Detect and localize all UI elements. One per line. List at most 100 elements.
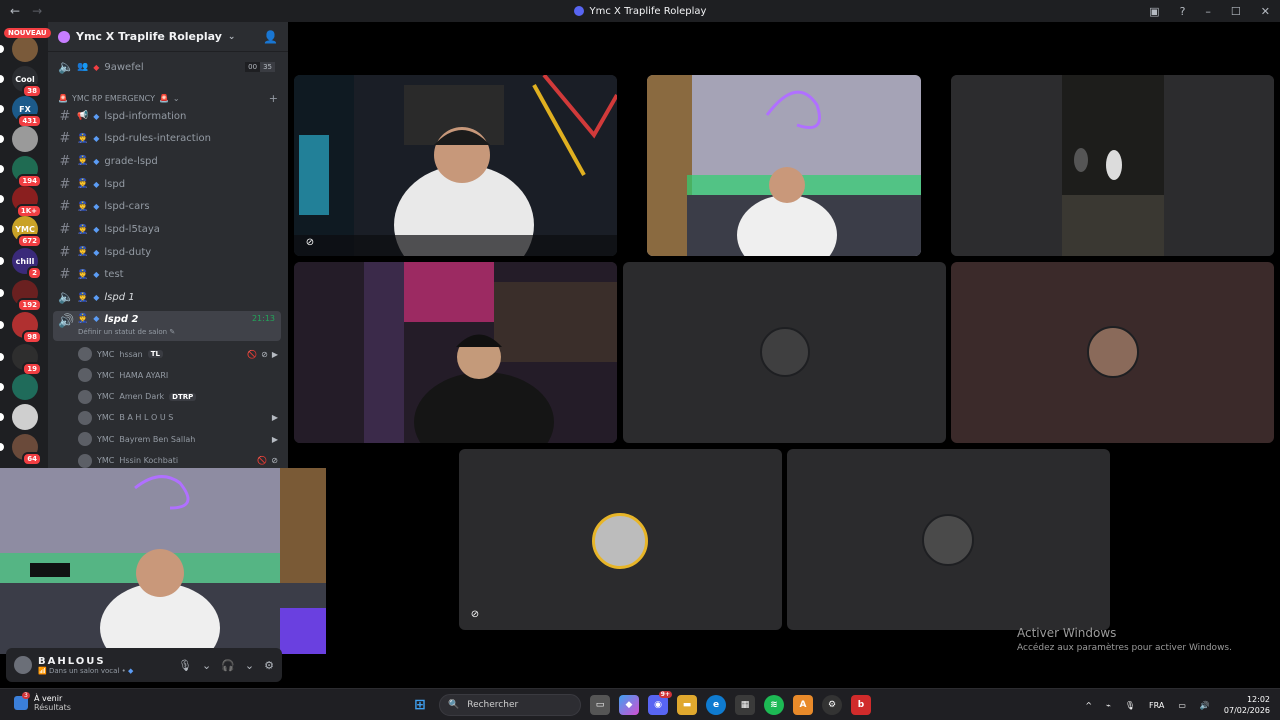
participant-tile-8[interactable]: [787, 449, 1110, 630]
edge-browser-icon[interactable]: e: [706, 695, 726, 715]
minimize-icon[interactable]: –: [1205, 5, 1211, 18]
voice-participant[interactable]: YMC B A H L O U S ▶: [78, 408, 278, 428]
display-icon[interactable]: ▭: [1178, 701, 1186, 710]
network-icon[interactable]: ⌁: [1106, 701, 1111, 710]
server-icon-8[interactable]: 192: [0, 280, 42, 312]
server-icon-3[interactable]: [0, 126, 38, 152]
participant-avatar: [1087, 326, 1139, 378]
store-icon[interactable]: ▦: [735, 695, 755, 715]
hashtag-icon: #: [59, 267, 71, 283]
copilot-icon[interactable]: ◆: [619, 695, 639, 715]
participant-avatar: [78, 432, 92, 447]
unread-indicator: [0, 353, 4, 361]
text-channel-7[interactable]: # 👮 ◆ test: [53, 265, 281, 285]
speaker-icon: 🔈: [58, 59, 75, 75]
voice-channel-9awefel[interactable]: 🔈 👥 ◆ 9awefel 00 35: [53, 57, 281, 77]
microphone-icon[interactable]: 🎙: [178, 659, 192, 672]
video-tile-1[interactable]: ⊘: [294, 75, 617, 256]
video-tile-3[interactable]: [951, 75, 1274, 256]
widgets-button[interactable]: 3 À venir Résultats: [14, 692, 71, 712]
mic-tray-icon[interactable]: 🎙: [1125, 701, 1135, 710]
voice-participant[interactable]: YMC hssan TL 🚫 ⊘ ▶: [78, 344, 278, 364]
file-explorer-icon[interactable]: ▬: [677, 695, 697, 715]
language-indicator[interactable]: FRA: [1149, 701, 1164, 710]
server-icon-2[interactable]: FX 431: [0, 96, 42, 128]
call-timer: 21:13: [251, 314, 275, 323]
channel-status[interactable]: Définir un statut de salon ✎: [78, 328, 175, 336]
voice-participant[interactable]: YMC HAMA AYARI: [78, 365, 278, 385]
voice-status-text: Dans un salon vocal •: [48, 666, 126, 675]
task-view-icon[interactable]: ▭: [590, 695, 610, 715]
clock[interactable]: 12:02 07/02/2026: [1224, 694, 1270, 716]
participant-tile-5[interactable]: [623, 262, 946, 443]
participant-avatar: [78, 389, 92, 404]
text-channel-2[interactable]: # 👮 ◆ grade-lspd: [53, 151, 281, 171]
taskbar-search[interactable]: 🔍 Rechercher: [439, 694, 581, 716]
self-camera-preview[interactable]: [0, 468, 326, 654]
window-title: Ymc X Traplife Roleplay: [0, 6, 1280, 17]
participant-avatar: [922, 514, 974, 566]
headphones-icon[interactable]: 🎧: [221, 659, 235, 672]
voice-channel-8[interactable]: 🔈 👮 ◆ lspd 1: [53, 288, 281, 308]
windows-start-icon[interactable]: ⊞: [410, 695, 430, 715]
back-arrow-icon[interactable]: ←: [10, 4, 20, 18]
app-a-icon[interactable]: A: [793, 695, 813, 715]
camera-feed: [294, 262, 617, 443]
server-icon-5[interactable]: 1K+: [0, 186, 42, 218]
server-header[interactable]: Ymc X Traplife Roleplay ⌄ 👤: [48, 22, 288, 52]
chevron-down-icon[interactable]: ⌄: [245, 659, 254, 672]
user-avatar[interactable]: [14, 656, 32, 674]
megaphone-icon: 📢: [77, 111, 89, 121]
police-icon: 👮: [77, 247, 89, 258]
text-channel-1[interactable]: # 👮 ◆ lspd-rules-interaction: [53, 129, 281, 149]
user-count: 00 35: [245, 62, 275, 72]
chevron-down-icon[interactable]: ⌄: [202, 659, 211, 672]
participant-tile-6[interactable]: [951, 262, 1274, 443]
app-red-icon[interactable]: b: [851, 695, 871, 715]
participant-status-icons: ▶: [272, 413, 278, 422]
clock-date: 07/02/2026: [1223, 706, 1270, 715]
server-icon-4[interactable]: 194: [0, 156, 42, 188]
create-channel-icon[interactable]: +: [269, 92, 278, 105]
video-tile-2[interactable]: [647, 75, 921, 256]
server-icon-12[interactable]: [0, 404, 38, 430]
system-tray: ^ ⌁ 🎙 FRA ▭ 🔊 12:02 07/02/2026: [1085, 689, 1270, 720]
invite-people-icon[interactable]: 👤: [263, 30, 278, 44]
server-icon-10[interactable]: 19: [0, 344, 42, 376]
channel-name: lspd 1: [104, 292, 135, 304]
server-icon-0[interactable]: [0, 36, 38, 62]
tray-chevron-up-icon[interactable]: ^: [1085, 701, 1092, 710]
server-icon-6[interactable]: YMC 672: [0, 216, 42, 248]
text-channel-5[interactable]: # 👮 ◆ lspd-l5taya: [53, 220, 281, 240]
volume-icon[interactable]: 🔊: [1200, 701, 1210, 710]
server-icon-9[interactable]: 98: [0, 312, 42, 344]
text-channel-3[interactable]: # 👮 ◆ lspd: [53, 174, 281, 194]
screen-icon[interactable]: ▣: [1149, 5, 1159, 18]
voice-participant[interactable]: YMC Bayrem Ben Sallah ▶: [78, 429, 278, 449]
text-channel-6[interactable]: # 👮 ◆ lspd-duty: [53, 242, 281, 262]
video-tile-4[interactable]: [294, 262, 617, 443]
server-icon-1[interactable]: Cool 38: [0, 66, 42, 98]
server-icon-11[interactable]: [0, 374, 38, 400]
voice-participant[interactable]: YMC Amen Dark DTRP: [78, 387, 278, 407]
server-icon-7[interactable]: chill 2: [0, 248, 42, 280]
participant-tile-7[interactable]: ⊘: [459, 449, 782, 630]
settings-gear-icon[interactable]: ⚙: [264, 659, 274, 672]
mention-badge: 672: [17, 234, 42, 248]
text-channel-0[interactable]: # 📢 ◆ lspd-information: [53, 106, 281, 126]
discord-app-icon[interactable]: ◉ 9+: [648, 691, 672, 715]
text-channel-4[interactable]: # 👮 ◆ lspd-cars: [53, 197, 281, 217]
hashtag-icon: #: [59, 244, 71, 260]
close-icon[interactable]: ✕: [1261, 5, 1270, 18]
spotify-icon[interactable]: ≋: [764, 695, 784, 715]
help-icon[interactable]: ?: [1180, 5, 1186, 18]
server-icon-13[interactable]: 64: [0, 434, 42, 466]
maximize-icon[interactable]: ☐: [1231, 5, 1241, 18]
speaker-icon: 🔈: [58, 290, 75, 306]
forward-arrow-icon[interactable]: →: [32, 4, 42, 18]
diamond-icon: ◆: [93, 270, 100, 280]
voice-channel-active[interactable]: 🔊 👮 ◆ lspd 2 21:13 Définir un statut de …: [53, 311, 281, 341]
category-header[interactable]: 🚨 YMC RP EMERGENCY 🚨 ⌄ +: [58, 92, 278, 105]
app-steam-icon[interactable]: ⚙: [822, 695, 842, 715]
participant-name: Hssin Kochbati: [119, 456, 179, 465]
